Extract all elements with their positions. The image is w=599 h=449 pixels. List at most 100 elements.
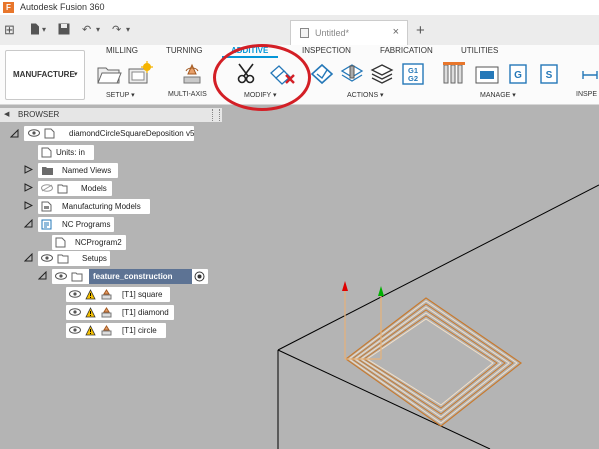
panel-resize-handle[interactable]	[212, 109, 220, 121]
measure-icon	[582, 71, 598, 79]
visibility-eye-icon[interactable]	[69, 290, 81, 298]
tree-node-models[interactable]: Models	[38, 181, 112, 196]
tree-collapse-icon[interactable]	[38, 271, 47, 280]
collapse-arrow-icon[interactable]: ◀	[4, 110, 9, 118]
folder-open-icon	[97, 67, 122, 84]
3d-viewport[interactable]	[230, 105, 599, 449]
tree-node-operation-diamond[interactable]: [T1] diamond	[66, 305, 174, 320]
file-icon	[31, 23, 39, 35]
post-process-button[interactable]	[340, 63, 364, 87]
tree-node-operation-square[interactable]: [T1] square	[66, 287, 170, 302]
fusion-logo-icon: F	[3, 2, 14, 13]
tree-node-manufacturing-models[interactable]: Manufacturing Models	[38, 199, 150, 214]
tab-inspection[interactable]: INSPECTION	[302, 46, 351, 55]
tree-collapse-icon[interactable]	[24, 253, 33, 262]
visibility-eye-icon[interactable]	[69, 326, 81, 334]
save-button[interactable]	[58, 23, 70, 37]
close-tab-icon[interactable]: ×	[393, 26, 399, 38]
nc-program-icon	[41, 219, 52, 230]
visibility-eye-icon[interactable]	[55, 272, 67, 280]
deposition-icon	[183, 63, 201, 84]
annotation-circle	[213, 44, 311, 111]
tree-node-label: diamondCircleSquareDeposition v5	[69, 129, 195, 138]
browser-panel: ◀ BROWSER diamondCircleSquareDeposition …	[0, 105, 230, 449]
tree-node-label: NC Programs	[62, 220, 111, 229]
folder-open-icon	[57, 254, 69, 264]
actions-group-label[interactable]: ACTIONS ▾	[347, 91, 384, 99]
tree-node-units[interactable]: Units: in	[38, 145, 94, 160]
post-library-button[interactable]: S	[538, 63, 560, 87]
tree-node-label: Units: in	[56, 148, 85, 157]
visibility-eye-icon[interactable]	[28, 129, 40, 137]
additive-operation-icon	[101, 289, 112, 300]
tree-expand-icon[interactable]	[24, 165, 33, 174]
template-library-button[interactable]: G	[506, 63, 530, 87]
tree-node-label: [T1] square	[122, 290, 163, 299]
file-caret[interactable]: ▾	[42, 23, 46, 37]
manage-group-label[interactable]: MANAGE ▾	[480, 91, 516, 99]
browser-title: BROWSER	[18, 110, 60, 119]
app-grid-button[interactable]: ⊞	[4, 23, 15, 37]
layers-button[interactable]	[370, 63, 394, 87]
new-setup-button[interactable]	[127, 61, 153, 87]
svg-text:S: S	[546, 70, 553, 81]
visibility-eye-icon[interactable]	[41, 254, 53, 262]
tool-library-button[interactable]	[442, 61, 468, 87]
measure-button[interactable]	[582, 67, 598, 85]
nc-code-button[interactable]: G1 G2	[402, 63, 424, 87]
undo-button[interactable]: ↶	[82, 23, 91, 37]
tab-fabrication[interactable]: FABRICATION	[380, 46, 433, 55]
setup-group-label[interactable]: SETUP ▾	[106, 91, 135, 99]
redo-button[interactable]: ↷	[112, 23, 121, 37]
layers-icon	[370, 64, 394, 84]
machine-icon	[475, 66, 499, 84]
tree-expand-icon[interactable]	[24, 201, 33, 210]
inspect-group-label[interactable]: INSPE	[576, 91, 597, 98]
tree-node-nc-programs[interactable]: NC Programs	[38, 217, 114, 232]
tree-node-root[interactable]: diamondCircleSquareDeposition v5	[24, 126, 194, 141]
svg-text:G: G	[514, 70, 522, 81]
nc-program-file-icon	[55, 237, 66, 248]
tree-node-label: Models	[81, 184, 107, 193]
tree-collapse-icon[interactable]	[24, 219, 33, 228]
tree-node-named-views[interactable]: Named Views	[38, 163, 118, 178]
chevron-down-icon: ▾	[74, 71, 78, 78]
svg-text:G2: G2	[408, 74, 418, 83]
simulate-button[interactable]	[310, 63, 334, 87]
post-process-icon	[340, 64, 364, 82]
folder-icon	[42, 167, 53, 175]
tool-library-icon	[443, 62, 465, 84]
post-library-icon: S	[540, 64, 558, 84]
tree-node-feature-construction[interactable]: feature_construction	[52, 269, 208, 284]
tree-node-operation-circle[interactable]: [T1] circle	[66, 323, 166, 338]
browser-header[interactable]: ◀ BROWSER	[0, 108, 222, 122]
tree-expand-icon[interactable]	[24, 183, 33, 192]
visibility-eye-icon[interactable]	[69, 308, 81, 316]
tree-node-label: NCProgram2	[75, 238, 122, 247]
tab-turning[interactable]: TURNING	[166, 46, 202, 55]
new-tab-button[interactable]: +	[416, 22, 425, 39]
additive-operation-icon	[101, 325, 112, 336]
tab-milling[interactable]: MILLING	[106, 46, 138, 55]
machine-library-button[interactable]	[474, 63, 500, 87]
document-tab[interactable]: Untitled* ×	[290, 20, 408, 45]
save-icon	[58, 23, 70, 35]
template-icon: G	[509, 64, 527, 84]
open-setup-button[interactable]	[96, 63, 122, 87]
tab-utilities[interactable]: UTILITIES	[461, 46, 498, 55]
undo-caret[interactable]: ▾	[96, 23, 100, 37]
units-doc-icon	[41, 147, 52, 158]
setup-folder-icon	[71, 272, 83, 282]
file-button[interactable]	[30, 23, 40, 37]
workspace-switcher[interactable]: MANUFACTURE ▾	[5, 50, 85, 100]
tree-collapse-icon[interactable]	[10, 129, 19, 138]
title-bar: F Autodesk Fusion 360	[0, 0, 599, 15]
warning-icon	[85, 325, 96, 336]
document-tab-label: Untitled*	[315, 28, 350, 38]
tree-node-ncprogram2[interactable]: NCProgram2	[52, 235, 126, 250]
redo-caret[interactable]: ▾	[126, 23, 130, 37]
tree-node-setups[interactable]: Setups	[38, 251, 110, 266]
active-radio-icon[interactable]	[194, 271, 205, 282]
visibility-hidden-icon[interactable]	[41, 184, 53, 192]
multi-axis-button[interactable]	[180, 63, 204, 87]
